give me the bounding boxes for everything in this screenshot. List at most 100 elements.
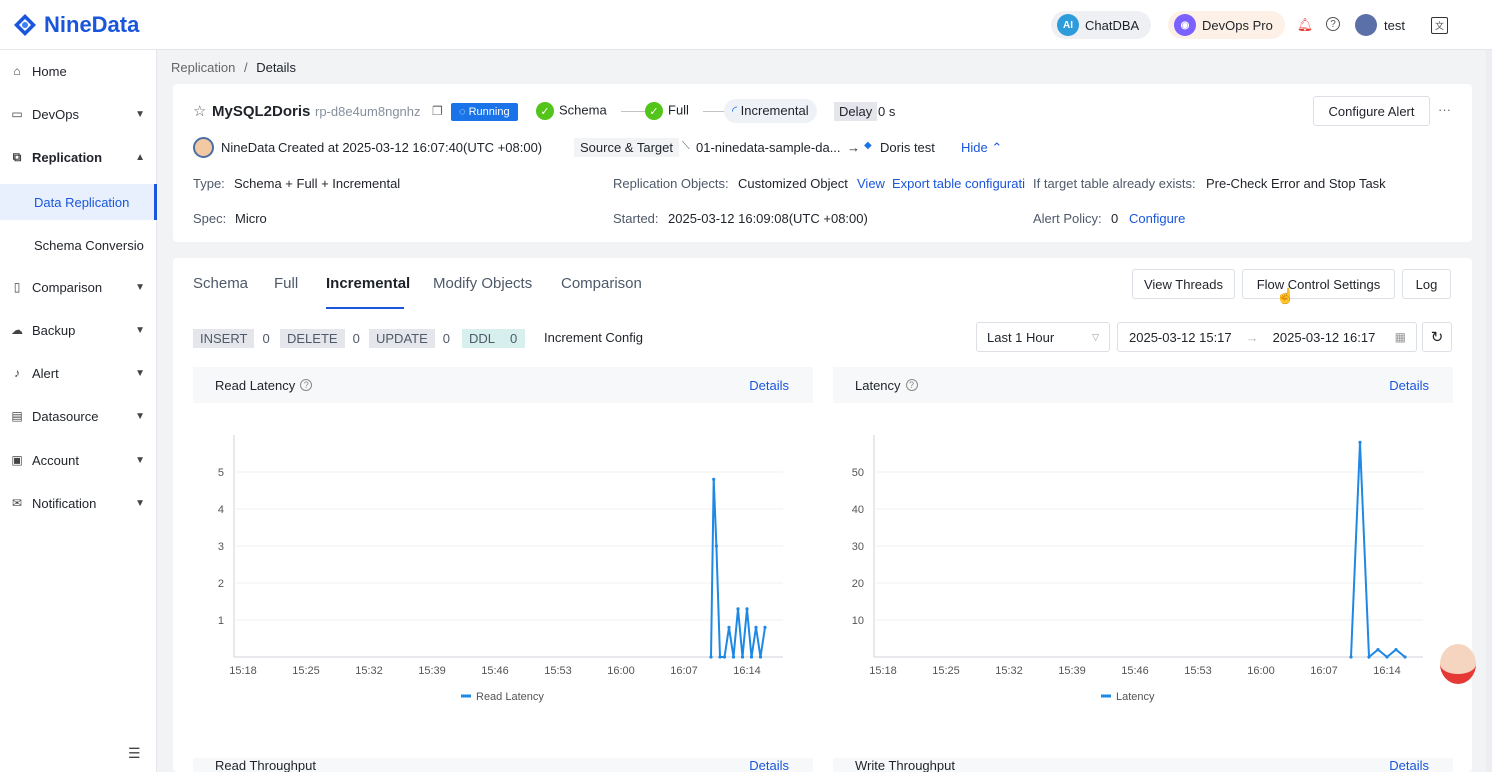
increment-config-link[interactable]: Increment Config bbox=[544, 330, 643, 345]
sidebar-item-label: Backup bbox=[32, 322, 76, 338]
chevron-down-icon: ▼ bbox=[135, 367, 145, 379]
hide-toggle[interactable]: Hide ⌃ bbox=[961, 140, 1002, 156]
source-target-label: Source & Target bbox=[574, 138, 679, 157]
created-at: Created at 2025-03-12 16:07:40(UTC +08:0… bbox=[278, 140, 543, 155]
y-tick-label: 4 bbox=[218, 504, 224, 516]
delay-label: Delay bbox=[834, 102, 878, 121]
sidebar-subitem-schema-conversion[interactable]: Schema Conversio bbox=[0, 227, 157, 263]
sidebar-subitem-data-replication[interactable]: Data Replication bbox=[0, 184, 157, 220]
details-link[interactable]: Details bbox=[749, 758, 789, 772]
sidebar-item-notification[interactable]: ✉ Notification ▼ bbox=[0, 483, 157, 523]
comparison-icon: ▯ bbox=[13, 280, 21, 294]
configure-alert-button[interactable]: Configure Alert bbox=[1313, 96, 1430, 126]
end-date: 2025-03-12 16:17 bbox=[1272, 329, 1376, 345]
stage-label: Full bbox=[668, 102, 689, 118]
user-name[interactable]: test bbox=[1384, 18, 1405, 33]
read-latency-header: Read Latency ? Details bbox=[193, 367, 813, 403]
breadcrumb: Replication / Details bbox=[171, 60, 296, 75]
export-config-link[interactable]: Export table configurati bbox=[892, 176, 1032, 191]
sidebar-item-replication[interactable]: ⧉ Replication ▲ bbox=[0, 137, 157, 177]
details-link[interactable]: Details bbox=[749, 378, 789, 393]
tab-schema[interactable]: Schema bbox=[193, 275, 248, 292]
view-threads-button[interactable]: View Threads bbox=[1132, 269, 1235, 299]
chevron-down-icon: ▼ bbox=[135, 108, 145, 120]
sidebar-item-label: Datasource bbox=[32, 408, 99, 424]
devops-pro-button[interactable]: ◉ DevOps Pro bbox=[1168, 11, 1285, 39]
collapse-sidebar-icon[interactable]: ☰ bbox=[128, 745, 141, 762]
target-name[interactable]: Doris test bbox=[880, 140, 935, 155]
scrollbar[interactable] bbox=[1486, 50, 1492, 772]
assistant-avatar-button[interactable] bbox=[1440, 644, 1476, 684]
x-tick-label: 15:53 bbox=[1184, 665, 1212, 677]
data-point bbox=[714, 544, 719, 548]
sidebar-item-account[interactable]: ▣ Account ▼ bbox=[0, 440, 157, 480]
counter-label: UPDATE bbox=[369, 328, 435, 348]
data-point bbox=[736, 607, 740, 611]
data-point bbox=[722, 655, 727, 659]
check-icon: ✓ bbox=[536, 102, 554, 120]
data-point bbox=[758, 655, 763, 659]
help-icon[interactable]: ? bbox=[1326, 17, 1340, 31]
avatar[interactable] bbox=[1355, 14, 1377, 36]
info-icon[interactable]: ? bbox=[300, 379, 313, 391]
sidebar-item-comparison[interactable]: ▯ Comparison ▼ bbox=[0, 267, 157, 307]
ai-icon: AI bbox=[1057, 14, 1079, 36]
data-point bbox=[712, 477, 716, 481]
tab-modify-objects[interactable]: Modify Objects bbox=[433, 275, 532, 292]
bell-icon[interactable]: 🔔︎ bbox=[1297, 17, 1314, 33]
devops-pro-label: DevOps Pro bbox=[1202, 17, 1273, 33]
x-tick-label: 15:18 bbox=[229, 665, 257, 677]
x-tick-label: 16:14 bbox=[733, 665, 761, 677]
cursor-icon: ☝ bbox=[1276, 288, 1295, 305]
alert-policy-label: Alert Policy: bbox=[1033, 211, 1102, 226]
sidebar-item-backup[interactable]: ☁ Backup ▼ bbox=[0, 310, 157, 350]
counter-label: DDL bbox=[462, 328, 503, 348]
tab-full[interactable]: Full bbox=[274, 275, 298, 292]
y-tick-label: 3 bbox=[218, 541, 224, 553]
date-range-picker[interactable]: 2025-03-12 15:17 → 2025-03-12 16:17 ▦ bbox=[1117, 322, 1417, 352]
refresh-button[interactable]: ↻ bbox=[1422, 322, 1452, 352]
range-arrow: → bbox=[1245, 329, 1259, 345]
stage-schema: ✓ Schema bbox=[536, 102, 607, 120]
sidebar-item-datasource[interactable]: ▤ Datasource ▼ bbox=[0, 396, 157, 436]
configure-alert-policy-link[interactable]: Configure bbox=[1129, 211, 1185, 226]
sidebar-item-devops[interactable]: ▭ DevOps ▼ bbox=[0, 94, 157, 134]
log-button[interactable]: Log bbox=[1402, 269, 1451, 299]
alert-icon: ♪ bbox=[14, 366, 20, 380]
star-icon[interactable]: ☆ bbox=[193, 102, 206, 120]
x-tick-label: 15:32 bbox=[995, 665, 1023, 677]
language-icon[interactable]: 文 bbox=[1431, 17, 1448, 34]
tab-incremental[interactable]: Incremental bbox=[326, 275, 410, 292]
chart-title: Read Latency bbox=[215, 377, 296, 393]
sidebar-item-alert[interactable]: ♪ Alert ▼ bbox=[0, 353, 157, 393]
stage-full: ✓ Full bbox=[645, 102, 689, 120]
ninedata-logo-icon bbox=[14, 14, 36, 36]
copy-icon[interactable]: ❐ bbox=[432, 104, 443, 118]
breadcrumb-current: Details bbox=[256, 60, 296, 75]
details-link[interactable]: Details bbox=[1389, 758, 1429, 772]
task-name: MySQL2Doris bbox=[212, 103, 311, 120]
info-icon[interactable]: ? bbox=[905, 379, 918, 391]
more-icon[interactable]: ··· bbox=[1438, 102, 1451, 117]
flow-control-settings-button[interactable]: Flow Control Settings bbox=[1242, 269, 1395, 299]
sidebar-item-home[interactable]: ⌂ Home bbox=[0, 51, 157, 91]
details-link[interactable]: Details bbox=[1389, 378, 1429, 393]
if-target-value: Pre-Check Error and Stop Task bbox=[1206, 176, 1386, 191]
stage-incremental: ◜ Incremental bbox=[724, 99, 817, 123]
chatdba-button[interactable]: AI ChatDBA bbox=[1051, 11, 1152, 39]
data-point bbox=[1349, 655, 1353, 659]
tab-comparison[interactable]: Comparison bbox=[561, 275, 642, 292]
time-range-select[interactable]: Last 1 Hour ▽ bbox=[976, 322, 1110, 352]
breadcrumb-separator: / bbox=[243, 60, 248, 75]
hide-label: Hide bbox=[961, 140, 988, 155]
creator-avatar bbox=[193, 137, 214, 158]
chevron-down-icon: ▽ bbox=[1092, 331, 1099, 342]
view-objects-link[interactable]: View bbox=[857, 176, 885, 191]
logo[interactable]: NineData bbox=[12, 12, 139, 38]
source-name[interactable]: 01-ninedata-sample-da... bbox=[696, 140, 841, 155]
spinner-icon: ◜ bbox=[732, 103, 741, 118]
chevron-down-icon: ▼ bbox=[135, 497, 145, 509]
y-tick-label: 10 bbox=[852, 615, 864, 627]
breadcrumb-parent[interactable]: Replication bbox=[171, 60, 235, 75]
latency-header: Latency ? Details bbox=[833, 367, 1453, 403]
